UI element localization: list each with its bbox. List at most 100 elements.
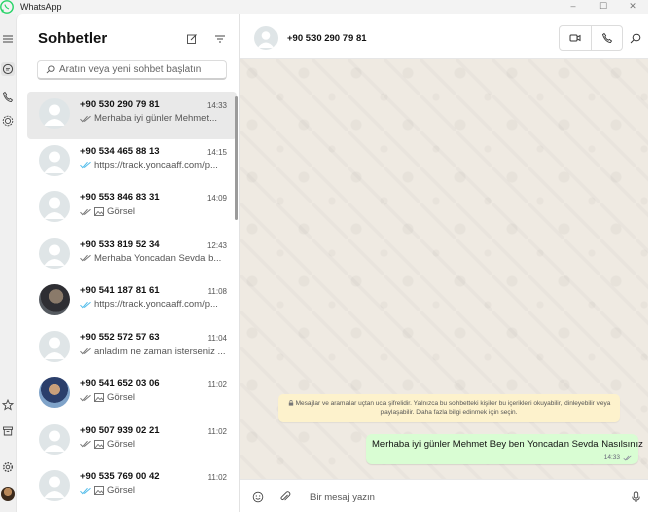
chat-list-item[interactable]: +90 530 290 79 81 14:33 Merhaba iyi günl… [27, 92, 237, 139]
search-icon[interactable] [628, 31, 642, 45]
double-check-icon [80, 394, 91, 401]
profile-avatar[interactable] [1, 487, 15, 501]
chat-name: +90 507 939 02 21 [80, 424, 160, 436]
whatsapp-logo-icon [0, 0, 14, 14]
chat-preview-text: anladım ne zaman isterseniz ... [94, 345, 226, 357]
chat-name: +90 541 187 81 61 [80, 285, 160, 296]
chat-name: +90 533 819 52 34 [80, 238, 160, 250]
menu-icon[interactable] [1, 32, 15, 46]
message-input[interactable] [310, 489, 610, 505]
chat-preview-text: Görsel [107, 438, 135, 450]
default-avatar-icon [39, 191, 70, 222]
starred-icon[interactable] [1, 398, 15, 412]
chat-list-item[interactable]: +90 535 769 00 42 11:02 Görsel [27, 464, 237, 511]
microphone-icon[interactable] [629, 490, 643, 504]
double-check-icon [623, 455, 632, 461]
chat-list-scrollbar[interactable] [235, 96, 238, 220]
emoji-icon[interactable] [251, 490, 265, 504]
message-time: 14:33 [603, 454, 620, 461]
archive-icon[interactable] [1, 424, 15, 438]
contact-photo-avatar [39, 284, 70, 315]
chat-name: +90 530 290 79 81 [80, 99, 160, 110]
new-chat-icon[interactable] [185, 32, 199, 46]
chat-list-item[interactable]: +90 507 939 02 21 11:02 Görsel [27, 418, 237, 465]
chat-preview-text: https://track.yoncaaff.com/p... [94, 299, 218, 310]
chat-preview: Görsel [80, 392, 230, 403]
message-meta: 14:33 [604, 454, 632, 461]
voice-call-icon[interactable] [590, 26, 622, 50]
calls-icon[interactable] [1, 90, 15, 104]
default-avatar-icon [39, 98, 70, 129]
chat-list-item[interactable]: +90 534 465 88 13 14:15 https://track.yo… [27, 139, 237, 186]
chat-preview: Görsel [80, 485, 230, 496]
message-text: Merhaba iyi günler Mehmet Bey ben Yoncad… [372, 439, 643, 450]
message-composer [240, 479, 648, 512]
chat-preview: anladım ne zaman isterseniz ... [80, 346, 230, 357]
contact-avatar-icon[interactable] [254, 26, 278, 50]
chat-list-item[interactable]: +90 553 846 83 31 14:09 Görsel [27, 185, 237, 232]
chat-list-item[interactable]: +90 552 572 57 63 11:04 anladım ne zaman… [27, 325, 237, 372]
chat-time: 11:02 [207, 473, 227, 482]
chat-preview-text: Merhaba iyi günler Mehmet... [94, 113, 218, 124]
contact-name[interactable]: +90 530 290 79 81 [287, 33, 367, 44]
video-call-icon[interactable] [560, 26, 591, 50]
double-check-icon [80, 440, 91, 448]
default-avatar-icon [39, 330, 70, 362]
settings-icon[interactable] [1, 460, 15, 474]
default-avatar-icon [39, 470, 70, 501]
chat-preview-text: Görsel [107, 485, 135, 496]
chat-time: 11:04 [207, 333, 227, 343]
chat-preview: Merhaba Yoncadan Sevda b... [80, 253, 230, 264]
chat-list-item[interactable]: +90 541 187 81 61 11:08 https://track.yo… [27, 278, 237, 325]
chat-time: 14:33 [206, 101, 227, 110]
double-check-read-icon [80, 301, 91, 308]
chats-icon[interactable] [1, 62, 15, 76]
encryption-notice[interactable]: Mesajlar ve aramalar uçtan uca şifrelidi… [278, 394, 620, 422]
chat-time: 14:09 [206, 194, 227, 203]
contact-photo-avatar [39, 377, 70, 408]
conversation-header: +90 530 290 79 81 [240, 14, 648, 59]
chat-name: +90 552 572 57 63 [80, 331, 160, 343]
chat-time: 12:43 [206, 240, 227, 250]
chat-list-item[interactable]: +90 533 819 52 34 12:43 Merhaba Yoncadan… [27, 232, 237, 279]
lock-icon [288, 400, 293, 406]
filter-icon[interactable] [213, 32, 227, 46]
chat-time: 11:02 [207, 380, 227, 389]
default-avatar-icon [39, 423, 70, 455]
status-icon[interactable] [1, 114, 15, 128]
chat-time: 11:02 [207, 426, 227, 436]
chat-preview-text: https://track.yoncaaff.com/p... [94, 159, 218, 171]
default-avatar-icon [39, 237, 70, 269]
chat-preview: https://track.yoncaaff.com/p... [80, 299, 230, 310]
maximize-button[interactable]: ☐ [588, 0, 618, 14]
chat-preview-text: Görsel [107, 206, 135, 217]
minimize-button[interactable]: – [558, 0, 588, 14]
chat-name: +90 553 846 83 31 [80, 192, 160, 203]
search-icon [44, 64, 56, 76]
chat-list-panel: Sohbetler +90 530 290 79 81 14:33 Merhab… [16, 14, 240, 512]
chat-preview: https://track.yoncaaff.com/p... [80, 160, 230, 171]
chat-name: +90 535 769 00 42 [80, 471, 160, 482]
chat-list-title: Sohbetler [38, 30, 108, 47]
chat-name: +90 541 652 03 06 [80, 378, 160, 389]
chat-list: +90 530 290 79 81 14:33 Merhaba iyi günl… [27, 92, 237, 511]
navigation-rail [0, 14, 16, 512]
encryption-notice-text: Mesajlar ve aramalar uçtan uca şifrelidi… [295, 400, 611, 416]
attach-icon[interactable] [278, 490, 292, 504]
outgoing-message-bubble[interactable]: Merhaba iyi günler Mehmet Bey ben Yoncad… [366, 434, 643, 464]
chat-preview-text: Görsel [107, 392, 135, 403]
image-icon [94, 486, 104, 495]
call-buttons [559, 25, 623, 51]
search-box[interactable] [37, 60, 227, 80]
chat-name: +90 534 465 88 13 [80, 145, 160, 157]
chat-list-item[interactable]: +90 541 652 03 06 11:02 Görsel [27, 371, 237, 418]
chat-preview: Merhaba iyi günler Mehmet... [80, 113, 230, 124]
search-input[interactable] [59, 64, 219, 75]
double-check-read-icon [80, 161, 91, 169]
close-button[interactable]: ✕ [618, 0, 648, 14]
chat-preview: Görsel [80, 206, 230, 217]
app-title: WhatsApp [20, 2, 62, 12]
chat-time: 14:15 [206, 147, 227, 157]
double-check-icon [80, 254, 91, 262]
title-bar: WhatsApp – ☐ ✕ [0, 0, 648, 14]
